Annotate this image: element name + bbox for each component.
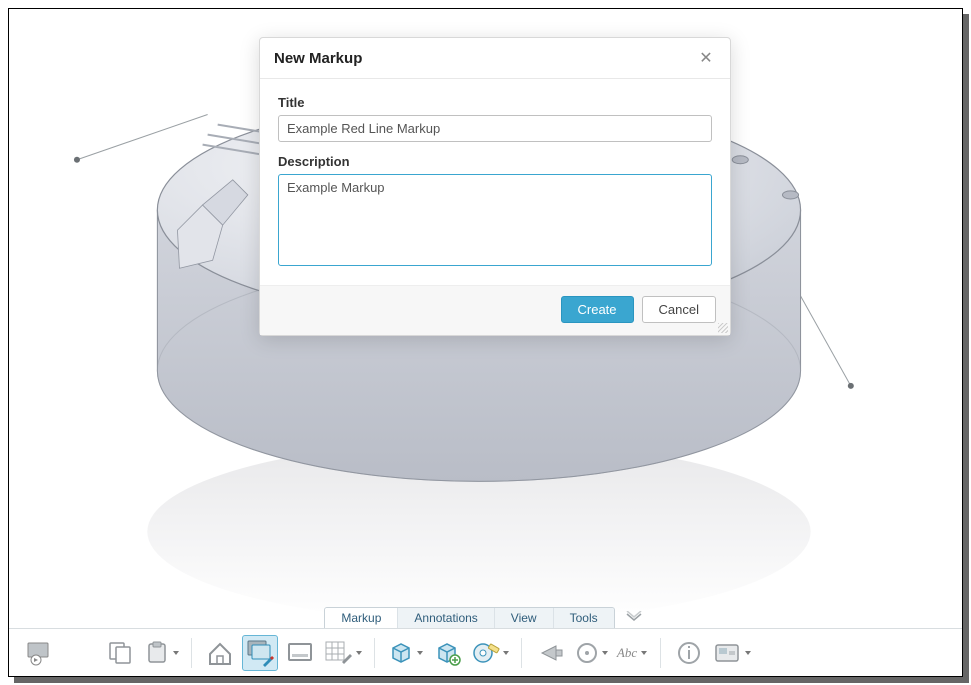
chevron-down-icon bbox=[602, 651, 608, 655]
toolbar-separator bbox=[521, 638, 522, 668]
title-input[interactable] bbox=[278, 115, 712, 142]
tab-view[interactable]: View bbox=[495, 608, 554, 628]
toolbar-info-button[interactable] bbox=[671, 635, 707, 671]
toolbar-separator bbox=[191, 638, 192, 668]
toolbar-copy-button[interactable] bbox=[103, 635, 139, 671]
toolbar-measure-button[interactable] bbox=[469, 635, 511, 671]
toolbar-cut-button[interactable] bbox=[63, 635, 99, 671]
toolbar-home-button[interactable] bbox=[202, 635, 238, 671]
toolbar: Abc bbox=[9, 628, 962, 676]
tab-annotations[interactable]: Annotations bbox=[398, 608, 494, 628]
dialog-header: New Markup ✕ bbox=[260, 38, 730, 79]
toolbar-play-button[interactable] bbox=[23, 635, 59, 671]
chevron-down-icon bbox=[417, 651, 423, 655]
toolbar-target-button[interactable] bbox=[572, 635, 610, 671]
description-input[interactable] bbox=[278, 174, 712, 266]
tab-expand-button[interactable] bbox=[621, 606, 647, 628]
toolbar-text-button[interactable]: Abc bbox=[614, 635, 650, 671]
dialog-title: New Markup bbox=[274, 50, 362, 67]
create-button[interactable]: Create bbox=[561, 296, 634, 323]
chevron-down-icon bbox=[503, 651, 509, 655]
toolbar-markup-button[interactable] bbox=[242, 635, 278, 671]
chevron-down-icon bbox=[745, 651, 751, 655]
tab-markup[interactable]: Markup bbox=[325, 608, 398, 628]
close-button[interactable]: ✕ bbox=[696, 48, 716, 68]
toolbar-model-box-button[interactable] bbox=[385, 635, 425, 671]
dialog-footer: Create Cancel bbox=[260, 285, 730, 335]
tab-tools[interactable]: Tools bbox=[554, 608, 614, 628]
chevron-down-icon bbox=[356, 651, 362, 655]
tab-bar: Markup Annotations View Tools bbox=[9, 604, 962, 628]
new-markup-dialog: New Markup ✕ Title Description Create Ca… bbox=[259, 37, 731, 336]
toolbar-note-button[interactable] bbox=[282, 635, 318, 671]
toolbar-paste-button[interactable] bbox=[143, 635, 181, 671]
close-icon: ✕ bbox=[699, 48, 712, 68]
toolbar-grid-edit-button[interactable] bbox=[322, 635, 364, 671]
cancel-button[interactable]: Cancel bbox=[642, 296, 716, 323]
chevron-down-icon bbox=[641, 651, 647, 655]
description-label: Description bbox=[278, 154, 712, 169]
toolbar-separator bbox=[374, 638, 375, 668]
chevron-down-icon bbox=[173, 651, 179, 655]
title-label: Title bbox=[278, 95, 712, 110]
toolbar-separator bbox=[660, 638, 661, 668]
toolbar-screenshot-button[interactable] bbox=[711, 635, 753, 671]
toolbar-back-button[interactable] bbox=[532, 635, 568, 671]
toolbar-model-add-button[interactable] bbox=[429, 635, 465, 671]
